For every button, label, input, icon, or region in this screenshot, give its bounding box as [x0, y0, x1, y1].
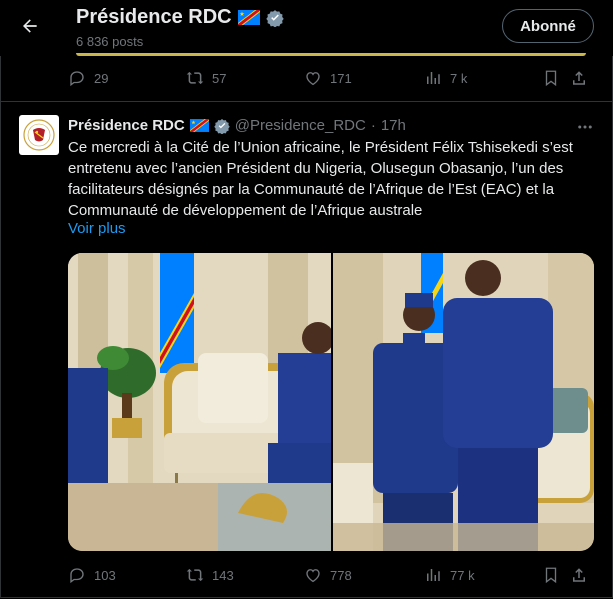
- tweet-text: Ce mercredi à la Cité de l’Union africai…: [68, 139, 573, 219]
- like-count: 778: [330, 567, 352, 583]
- reply-button[interactable]: 103: [68, 566, 186, 584]
- reply-count: 29: [94, 70, 109, 86]
- heart-icon: [306, 72, 320, 86]
- author-handle[interactable]: @Presidence_RDC: [235, 117, 366, 134]
- page-title-text: Présidence RDC: [76, 6, 232, 28]
- more-dots-icon: [578, 125, 592, 129]
- previous-media-edge: [76, 53, 586, 56]
- repost-button[interactable]: 57: [186, 69, 304, 87]
- back-button[interactable]: [14, 10, 46, 42]
- reply-button[interactable]: 29: [68, 69, 186, 87]
- like-count: 171: [330, 70, 352, 86]
- meta-separator: ·: [370, 117, 376, 134]
- arrow-left-icon: [23, 19, 37, 33]
- repost-icon: [186, 568, 204, 582]
- post-count: 6 836 posts: [76, 34, 144, 49]
- author-name[interactable]: Présidence RDC: [68, 117, 185, 134]
- tweet-photo-2[interactable]: [333, 253, 594, 551]
- following-button[interactable]: Abonné: [502, 9, 594, 43]
- tweet-photo-1[interactable]: [68, 253, 331, 551]
- bookmark-button[interactable]: [542, 69, 570, 87]
- repost-icon: [186, 71, 204, 85]
- profile-header: Présidence RDC 6 836 posts Abonné: [0, 0, 613, 56]
- tweet-actions: 103 143 778 77 k: [68, 565, 598, 585]
- tweet-divider: [0, 101, 613, 102]
- drc-flag-icon: [237, 10, 260, 25]
- author-avatar[interactable]: [19, 115, 59, 155]
- meeting-room-photo: [68, 253, 331, 551]
- bookmark-button[interactable]: [542, 566, 570, 584]
- share-icon: [573, 568, 585, 582]
- views-button[interactable]: 77 k: [424, 566, 542, 584]
- bookmark-icon: [545, 567, 557, 584]
- heart-icon: [306, 569, 320, 583]
- tweet-header: Présidence RDC @Presidence_RDC · 17h: [68, 117, 406, 134]
- verified-badge-icon: [213, 118, 230, 134]
- page-title: Présidence RDC: [76, 6, 284, 29]
- reply-icon: [70, 71, 84, 87]
- share-button[interactable]: [570, 69, 590, 87]
- previous-tweet-actions: 29 57 171 7 k: [68, 68, 598, 88]
- like-button[interactable]: 171: [304, 69, 424, 87]
- share-icon: [573, 71, 585, 85]
- repost-button[interactable]: 143: [186, 566, 304, 584]
- share-button[interactable]: [570, 566, 590, 584]
- repost-count: 143: [212, 567, 234, 583]
- views-count: 7 k: [450, 70, 468, 86]
- reply-icon: [70, 568, 84, 584]
- tweet-time[interactable]: 17h: [381, 117, 406, 134]
- drc-flag-icon: [189, 119, 209, 132]
- verified-badge-icon: [265, 9, 284, 27]
- views-count: 77 k: [450, 567, 475, 583]
- like-button[interactable]: 778: [304, 566, 424, 584]
- presidency-seal-icon: [23, 119, 55, 151]
- views-button[interactable]: 7 k: [424, 69, 542, 87]
- reply-count: 103: [94, 567, 116, 583]
- bookmark-icon: [545, 70, 557, 87]
- repost-count: 57: [212, 70, 227, 86]
- see-more-link[interactable]: Voir plus: [68, 220, 126, 237]
- views-chart-icon: [427, 569, 440, 581]
- handshake-photo: [333, 253, 594, 551]
- views-chart-icon: [427, 72, 440, 84]
